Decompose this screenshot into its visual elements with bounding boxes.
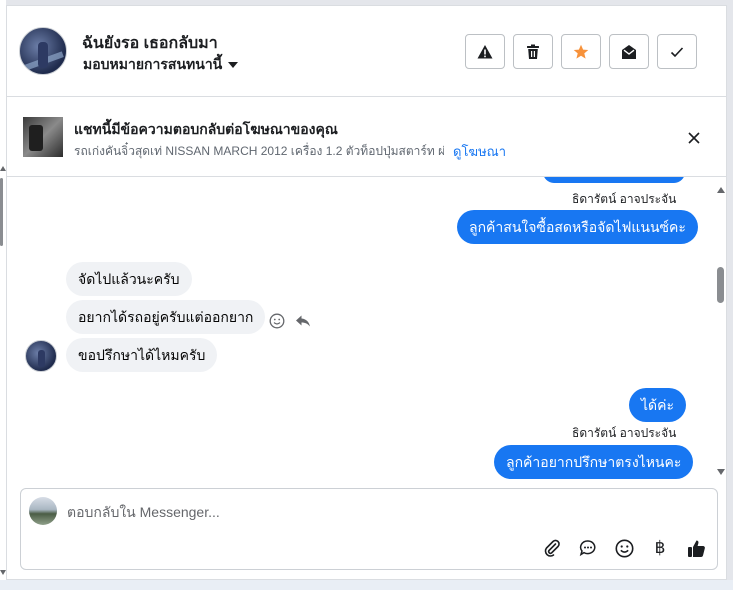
mark-done-button[interactable] [657, 34, 697, 69]
message-thread[interactable]: ธิดารัตน์ อาจประจัน ลูกค้าสนใจซื้อสดหรือ… [7, 177, 726, 482]
baht-icon: ฿ [654, 538, 666, 558]
contact-avatar-small[interactable] [25, 340, 57, 372]
conversation-panel: ฉันยังรอ เธอกลับมา มอบหมายการสนทนานี้ แช… [6, 5, 727, 580]
assign-conversation-dropdown[interactable]: มอบหมายการสนทนานี้ [83, 54, 239, 76]
delete-button[interactable] [513, 34, 553, 69]
check-icon [670, 46, 684, 57]
outgoing-message[interactable]: ลูกค้าอยากปรึกษาตรงไหนคะ [494, 445, 694, 479]
emoji-icon [615, 539, 633, 557]
ad-banner-title: แชทนี้มีข้อความตอบกลับต่อโฆษณาของคุณ [74, 121, 338, 137]
trash-icon [527, 44, 539, 59]
star-icon [573, 44, 589, 59]
ad-description: รถเก่งคันจิ๋วสุดเท่ NISSAN MARCH 2012 เค… [74, 144, 444, 158]
open-envelope-icon [622, 44, 636, 59]
view-ad-link[interactable]: ดูโฆษณา [453, 141, 506, 162]
mark-spam-button[interactable] [465, 34, 505, 69]
chat-bubble-icon [579, 540, 596, 557]
payment-button[interactable]: ฿ [649, 537, 671, 559]
outgoing-message-partial[interactable] [543, 177, 685, 183]
paperclip-icon [544, 539, 560, 557]
close-banner-button[interactable] [684, 128, 704, 148]
sender-name: ธิดารัตน์ อาจประจัน [572, 426, 677, 440]
incoming-message[interactable]: อยากได้รถอยู่ครับแต่ออกยาก [66, 300, 266, 334]
thumbs-up-icon [687, 540, 705, 557]
scroll-up-icon[interactable] [717, 187, 725, 193]
emoji-react-icon[interactable] [269, 313, 285, 329]
reply-input[interactable] [67, 501, 667, 523]
like-button[interactable] [685, 537, 707, 559]
assign-label: มอบหมายการสนทนานี้ [83, 56, 223, 72]
page-avatar [29, 497, 57, 525]
star-button[interactable] [561, 34, 601, 69]
emoji-button[interactable] [613, 537, 635, 559]
ad-thumbnail[interactable] [23, 117, 63, 157]
outer-scroll-thumb[interactable] [0, 178, 3, 246]
scroll-down-icon[interactable] [717, 469, 725, 475]
mark-unread-button[interactable] [609, 34, 649, 69]
window-bottom-edge [0, 580, 733, 590]
conversation-header: ฉันยังรอ เธอกลับมา มอบหมายการสนทนานี้ [7, 6, 726, 97]
conversation-toolbar [465, 34, 697, 69]
reply-icon[interactable] [295, 314, 311, 328]
outgoing-message[interactable]: ลูกค้าสนใจซื้อสดหรือจัดไฟแนนซ์คะ [457, 210, 698, 244]
contact-name[interactable]: ฉันยังรอ เธอกลับมา [82, 31, 218, 56]
thread-scrollbar[interactable] [714, 177, 726, 482]
saved-replies-button[interactable] [577, 537, 599, 559]
close-icon [688, 132, 700, 144]
chevron-down-icon [228, 62, 239, 68]
message-actions [269, 313, 311, 329]
reply-composer: ฿ [20, 488, 718, 570]
ad-reply-banner: แชทนี้มีข้อความตอบกลับต่อโฆษณาของคุณ รถเ… [7, 97, 726, 177]
sender-name: ธิดารัตน์ อาจประจัน [572, 192, 677, 206]
incoming-message[interactable]: จัดไปแล้วนะครับ [66, 262, 192, 296]
scroll-thumb[interactable] [717, 267, 724, 303]
warning-icon [477, 44, 493, 58]
incoming-message[interactable]: ขอปรึกษาได้ไหมครับ [66, 338, 218, 372]
composer-toolbar: ฿ [541, 537, 707, 559]
outgoing-message[interactable]: ได้ค่ะ [629, 388, 687, 422]
contact-avatar[interactable] [19, 27, 67, 75]
attach-button[interactable] [541, 537, 563, 559]
